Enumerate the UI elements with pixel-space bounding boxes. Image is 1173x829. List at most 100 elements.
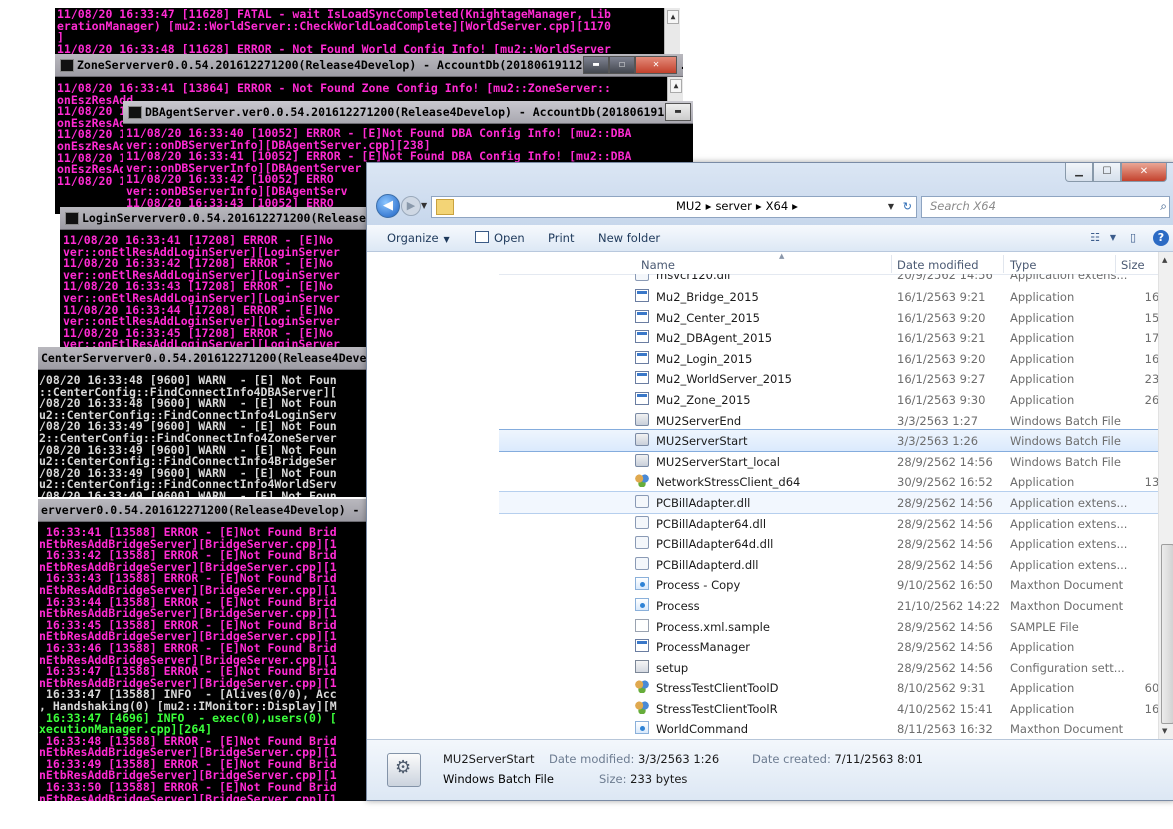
file-size: 26,644 KB [1144,392,1158,407]
file-size: 20 KB [1121,640,1158,654]
new-folder-button[interactable]: New folder [598,225,660,251]
maximize-button[interactable]: ☐ [1093,163,1121,182]
file-row[interactable]: Process 21/10/2562 14:22 Maxthon Document1… [499,595,1158,616]
scroll-down-icon[interactable]: ▼ [1162,727,1167,735]
file-size: 18 KB [1121,722,1158,736]
file-row[interactable]: Process - Copy 9/10/2562 16:50 Maxthon Doc… [499,574,1158,595]
bridge-console-titlebar[interactable]: erverver0.0.54.201612271200(Release4Deve… [38,499,368,522]
address-bar[interactable]: MU2 ▸ server ▸ X64 ▸ ▼ ↻ [431,196,917,218]
search-input[interactable]: Search X64 ⌕ [921,196,1170,218]
file-type: Windows Batch File [1010,434,1121,449]
scroll-thumb[interactable] [1161,544,1173,724]
file-date: 16/1/2563 9:21 [897,290,986,304]
console-icon [128,106,142,119]
open-button[interactable]: Open [475,225,525,251]
breadcrumb-x64[interactable]: X64 [766,199,789,213]
address-dropdown-chevron-icon[interactable]: ▼ [888,197,894,216]
file-row[interactable]: MU2ServerStart_local 28/9/2562 14:56 Windo… [499,451,1158,472]
console-line: 11/08/20 16:33:41 [13864] ERROR - Not Fo… [57,81,611,95]
file-name: StressTestClientToolR [656,701,778,716]
column-divider[interactable] [891,255,892,273]
file-row[interactable]: Process.xml.sample 28/9/2562 14:56 SAMPLE … [499,616,1158,637]
file-type: Application [1010,701,1075,716]
file-row[interactable]: PCBillAdapter64.dll 28/9/2562 14:56 Applic… [499,513,1158,534]
organize-button[interactable]: Organize ▼ [387,225,450,253]
minimize-button[interactable]: ▁ [1065,163,1093,182]
file-type: Application [1010,475,1075,490]
column-size[interactable]: Size [1121,258,1145,272]
preview-pane-icon[interactable]: ▯ [1125,230,1141,246]
login-console-titlebar[interactable]: LoginServerver0.0.54.201612271200(Releas… [60,207,370,230]
file-type: Maxthon Document [1010,578,1124,593]
file-row[interactable]: Mu2_Bridge_2015 16/1/2563 9:21 Application… [499,286,1158,307]
breadcrumb-mu2[interactable]: MU2 [676,199,702,213]
file-row[interactable]: ProcessManager 28/9/2562 14:56 Application… [499,636,1158,657]
file-row[interactable]: MU2ServerStart 3/3/2563 1:26 Windows Batch… [499,429,1158,452]
file-row[interactable]: Mu2_DBAgent_2015 16/1/2563 9:21 Applicatio… [499,327,1158,348]
maximize-button[interactable]: ☐ [609,56,635,74]
file-row[interactable]: NetworkStressClient_d64 30/9/2562 16:52 Ap… [499,471,1158,492]
file-row[interactable]: PCBillAdapter.dll 28/9/2562 14:56 Applicat… [499,490,1158,514]
file-size: 16,278 KB [1144,351,1158,366]
login-server-console[interactable]: LoginServerver0.0.54.201612271200(Releas… [60,207,370,357]
breadcrumb-server[interactable]: server [715,199,751,213]
file-row[interactable]: Mu2_WorldServer_2015 16/1/2563 9:27 Applic… [499,368,1158,389]
file-row[interactable]: Mu2_Center_2015 16/1/2563 9:20 Application… [499,307,1158,328]
column-name[interactable]: Name [641,258,675,272]
back-arrow-icon[interactable]: ◀ [376,194,400,218]
search-icon[interactable]: ⌕ [1160,197,1167,216]
file-row[interactable]: WorldCommand 8/11/2563 16:32 Maxthon Docum… [499,718,1158,739]
file-row[interactable]: setup 28/9/2562 14:56 Configuration sett..… [499,657,1158,678]
batch-file-icon [635,412,649,426]
navigation-pane[interactable] [367,252,499,739]
center-server-console[interactable]: CenterServerver0.0.54.201612271200(Relea… [38,347,368,497]
refresh-icon[interactable]: ↻ [903,197,912,216]
file-row[interactable]: StressTestClientToolR 4/10/2562 15:41 Appl… [499,698,1158,719]
world-console-scrollbar[interactable]: ▲ [664,8,680,58]
center-console-titlebar[interactable]: CenterServerver0.0.54.201612271200(Relea… [38,347,368,370]
scroll-up-icon[interactable]: ▲ [670,79,682,93]
dll-file-icon [635,274,649,281]
application-icon [635,289,649,302]
forward-arrow-icon[interactable]: ▶ [401,196,421,216]
scroll-up-icon[interactable]: ▲ [1162,256,1167,264]
minimize-button[interactable]: ▬ [665,103,691,121]
details-pane: MU2ServerStart Date modified: 3/3/2563 1… [367,739,1173,800]
world-server-console[interactable]: 11/08/20 16:33:47 [11628] FATAL - wait I… [55,8,680,58]
view-chevron-down-icon[interactable]: ▼ [1105,230,1121,246]
minimize-button[interactable]: ▬ [583,56,609,74]
explorer-window[interactable]: ▁ ☐ ✕ ◀ ▶ ▼ MU2 ▸ server ▸ X64 ▸ ▼ ↻ Search X… [366,162,1173,801]
file-row[interactable]: Mu2_Login_2015 16/1/2563 9:20 Application 1… [499,348,1158,369]
breadcrumb-separator-icon[interactable]: ▸ [792,199,798,213]
breadcrumb-separator-icon[interactable]: ▸ [706,199,712,213]
breadcrumb-separator-icon[interactable]: ▸ [756,199,762,213]
file-list[interactable]: ▲ Name Date modified Type Size msvcr120.… [499,252,1158,739]
file-row[interactable]: PCBillAdapter64d.dll 28/9/2562 14:56 Appli… [499,533,1158,554]
recent-pages-chevron-icon[interactable]: ▼ [421,201,427,210]
file-type: SAMPLE File [1010,619,1079,634]
file-row[interactable]: PCBillAdapterd.dll 28/9/2562 14:56 Applica… [499,554,1158,575]
file-row[interactable]: Mu2_Zone_2015 16/1/2563 9:30 Application 26… [499,389,1158,410]
file-type: Application [1010,640,1075,655]
file-list-scrollbar[interactable]: ▲ ▼ [1158,252,1173,739]
change-view-icon[interactable]: ☷ [1087,230,1103,246]
file-row[interactable]: StressTestClientToolD 8/10/2562 9:31 Appli… [499,677,1158,698]
print-button[interactable]: Print [548,225,574,251]
close-button[interactable]: ✕ [1121,163,1167,182]
file-row[interactable]: MU2ServerEnd 3/3/2563 1:27 Windows Batch F… [499,410,1158,431]
file-size: 1 KB [1121,661,1158,675]
column-divider[interactable] [1115,255,1116,273]
help-icon[interactable]: ? [1153,230,1169,246]
dbagent-console-titlebar[interactable]: DBAgentServer.ver0.0.54.201612271200(Rel… [123,101,693,124]
bridge-server-console[interactable]: erverver0.0.54.201612271200(Release4Deve… [38,499,368,801]
zone-console-titlebar[interactable]: ZoneServerver0.0.54.201612271200(Release… [55,54,683,77]
file-type: Application [1010,310,1075,325]
close-button[interactable]: ✕ [635,56,677,74]
file-size: 1 KB [1121,455,1158,469]
column-type[interactable]: Type [1010,258,1036,272]
scroll-up-icon[interactable]: ▲ [667,10,679,24]
file-row[interactable]: msvcr120.dll 20/9/2562 14:56 Application e… [499,274,1158,286]
maxthon-document-icon [635,577,649,591]
column-divider[interactable] [1003,255,1004,273]
column-date-modified[interactable]: Date modified [897,258,979,272]
